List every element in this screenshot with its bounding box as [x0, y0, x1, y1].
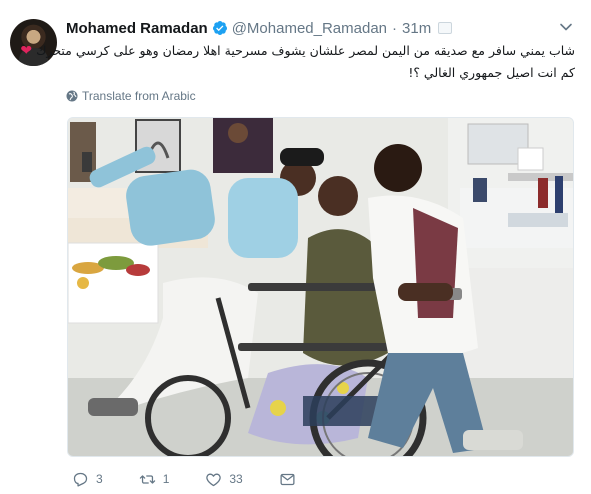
direct-message-icon [280, 473, 295, 485]
heart-icon [206, 473, 222, 486]
retweet-button[interactable]: 1 [139, 471, 170, 488]
tweet-timestamp[interactable]: 31m [402, 20, 431, 37]
heart-emoji-icon: ❤ [20, 43, 33, 59]
translate-link[interactable]: Translate from Arabic [66, 89, 196, 103]
globe-icon [66, 90, 78, 102]
display-name[interactable]: Mohamed Ramadan [66, 20, 208, 37]
retweet-count: 1 [162, 472, 170, 486]
verified-badge-icon [212, 21, 227, 35]
direct-message-button[interactable] [279, 471, 303, 488]
tweet-text-line-1: شاب يمني سافر مع صديقه من اليمن لمصر علش… [20, 43, 575, 59]
user-handle[interactable]: @Mohamed_Ramadan [232, 20, 387, 37]
retweet-icon [139, 474, 155, 484]
separator-dot: · [392, 19, 398, 37]
reply-count: 3 [96, 472, 103, 486]
photo-illustration [68, 118, 573, 456]
tweet-actions: 3 1 33 [72, 468, 303, 490]
like-button[interactable]: 33 [205, 471, 243, 488]
translate-label[interactable]: Translate from Arabic [82, 89, 196, 103]
tweet-card[interactable]: Mohamed Ramadan @Mohamed_Ramadan · 31m ش… [0, 0, 591, 494]
reply-icon [73, 472, 88, 487]
media-icon [438, 22, 453, 34]
like-count: 33 [229, 472, 243, 486]
tweet-text-line-2: كم انت اصيل جمهوري الغالي ؟! [408, 65, 575, 80]
tweet-header: Mohamed Ramadan @Mohamed_Ramadan · 31m [66, 18, 453, 38]
reply-button[interactable]: 3 [72, 471, 103, 488]
tweet-text: شاب يمني سافر مع صديقه من اليمن لمصر علش… [20, 40, 575, 83]
tweet-photo[interactable] [67, 117, 574, 457]
chevron-down-icon[interactable] [559, 20, 573, 34]
